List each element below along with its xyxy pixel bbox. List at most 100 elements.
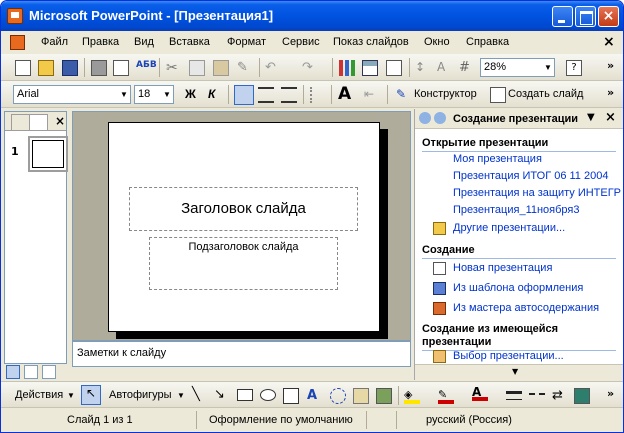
- chart-icon[interactable]: [339, 60, 355, 76]
- text-box-icon[interactable]: [283, 388, 299, 404]
- new-slide-button[interactable]: Создать слайд: [508, 88, 583, 100]
- select-arrow-icon[interactable]: ↖: [81, 385, 101, 405]
- chevron-down-icon[interactable]: ▼: [67, 391, 75, 400]
- slideshow-icon[interactable]: [42, 365, 56, 379]
- chevron-down-icon[interactable]: ▼: [587, 112, 595, 123]
- cut-icon[interactable]: ✂: [166, 60, 182, 76]
- recent-file-link[interactable]: Моя презентация: [453, 153, 542, 165]
- oval-icon[interactable]: [260, 389, 276, 401]
- arrow-icon[interactable]: ↘: [214, 387, 230, 403]
- menu-window[interactable]: Окно: [424, 36, 450, 48]
- align-left-button[interactable]: [234, 85, 254, 105]
- menu-file[interactable]: Файл: [41, 36, 68, 48]
- arrow-style-icon[interactable]: ⇄: [552, 388, 568, 404]
- bullets-icon[interactable]: [310, 87, 326, 103]
- undo-icon[interactable]: ↶: [265, 60, 281, 76]
- menu-insert[interactable]: Вставка: [169, 36, 210, 48]
- clipart-icon[interactable]: [353, 388, 369, 404]
- paste-icon[interactable]: [213, 60, 229, 76]
- menu-format[interactable]: Формат: [227, 36, 266, 48]
- bold-button[interactable]: Ж: [185, 87, 196, 101]
- menu-tools[interactable]: Сервис: [282, 36, 320, 48]
- toolbar-options-icon[interactable]: »: [607, 387, 614, 400]
- copy-icon[interactable]: [189, 60, 205, 76]
- chevron-down-icon[interactable]: ▼: [118, 86, 130, 103]
- wordart-icon[interactable]: A: [307, 388, 323, 404]
- choose-presentation-link[interactable]: Выбор презентации...: [453, 350, 564, 362]
- document-close-button[interactable]: ×: [603, 34, 615, 50]
- show-formatting-icon[interactable]: A: [437, 60, 453, 76]
- align-right-icon[interactable]: [281, 87, 297, 103]
- more-presentations-link[interactable]: Другие презентации...: [453, 222, 565, 234]
- decrease-indent-icon[interactable]: ⇤: [364, 87, 380, 103]
- scroll-down-icon[interactable]: ▼: [512, 367, 518, 376]
- rectangle-icon[interactable]: [237, 389, 253, 401]
- save-icon[interactable]: [62, 60, 78, 76]
- slide-sorter-icon[interactable]: [24, 365, 38, 379]
- open-icon[interactable]: [38, 60, 54, 76]
- fill-color-icon[interactable]: ◈: [404, 388, 420, 404]
- designer-button[interactable]: Конструктор: [414, 88, 477, 100]
- new-slide-icon[interactable]: [490, 87, 506, 103]
- slides-tab[interactable]: [29, 114, 48, 130]
- shadow-style-icon[interactable]: [574, 388, 590, 404]
- autocontent-wizard-link[interactable]: Из мастера автосодержания: [453, 302, 599, 314]
- chevron-down-icon[interactable]: ▼: [161, 86, 173, 103]
- line-icon[interactable]: ╲: [192, 387, 208, 403]
- menu-view[interactable]: Вид: [134, 36, 154, 48]
- task-pane-close-button[interactable]: ×: [605, 110, 616, 125]
- autoshapes-button[interactable]: Автофигуры: [109, 389, 172, 401]
- picture-icon[interactable]: [376, 388, 392, 404]
- close-icon[interactable]: ×: [55, 114, 65, 128]
- back-icon[interactable]: [419, 112, 431, 124]
- new-icon[interactable]: [15, 60, 31, 76]
- powerpoint-icon[interactable]: [7, 8, 23, 24]
- chevron-down-icon[interactable]: ▼: [177, 391, 185, 400]
- line-color-icon[interactable]: ✎: [438, 388, 454, 404]
- subtitle-placeholder[interactable]: Подзаголовок слайда: [149, 237, 338, 290]
- chevron-down-icon[interactable]: ▼: [542, 59, 554, 76]
- dash-style-icon[interactable]: [529, 393, 545, 402]
- forward-icon[interactable]: [434, 112, 446, 124]
- new-presentation-link[interactable]: Новая презентация: [453, 262, 552, 274]
- title-placeholder[interactable]: Заголовок слайда: [129, 187, 358, 231]
- line-style-icon[interactable]: [506, 391, 522, 400]
- grid-icon[interactable]: #: [459, 60, 475, 76]
- menu-edit[interactable]: Правка: [82, 36, 119, 48]
- toolbar-options-icon[interactable]: »: [607, 59, 614, 72]
- zoom-combo[interactable]: 28% ▼: [480, 58, 555, 77]
- table-icon[interactable]: [362, 60, 378, 76]
- increase-font-icon[interactable]: A: [338, 84, 354, 104]
- menu-slideshow[interactable]: Показ слайдов: [333, 36, 409, 48]
- designer-icon[interactable]: ✎: [396, 87, 412, 103]
- font-size-combo[interactable]: 18 ▼: [134, 85, 174, 104]
- format-painter-icon[interactable]: ✎: [237, 60, 253, 76]
- menu-help[interactable]: Справка: [466, 36, 509, 48]
- italic-button[interactable]: К: [208, 87, 215, 101]
- from-template-link[interactable]: Из шаблона оформления: [453, 282, 583, 294]
- close-button[interactable]: ×: [598, 6, 619, 27]
- notes-pane[interactable]: Заметки к слайду: [72, 341, 411, 367]
- recent-file-link[interactable]: Презентация ИТОГ 06 11 2004: [453, 170, 608, 182]
- minimize-button[interactable]: [552, 6, 573, 27]
- print-icon[interactable]: [91, 60, 107, 76]
- title-bar[interactable]: Microsoft PowerPoint - [Презентация1] ×: [1, 1, 623, 31]
- diagram-icon[interactable]: [330, 388, 346, 404]
- font-combo[interactable]: Arial ▼: [13, 85, 131, 104]
- insert-picture-icon[interactable]: [386, 60, 402, 76]
- outline-tab[interactable]: [11, 114, 30, 130]
- font-color-icon[interactable]: A: [472, 385, 488, 401]
- maximize-button[interactable]: [575, 6, 596, 27]
- align-center-icon[interactable]: [258, 87, 274, 103]
- expand-icon[interactable]: ↕: [415, 60, 431, 76]
- task-pane-scrollbar[interactable]: ▼: [415, 364, 623, 380]
- actions-button[interactable]: Действия: [15, 389, 63, 401]
- slide-thumbnail[interactable]: [28, 136, 68, 172]
- print-preview-icon[interactable]: [113, 60, 129, 76]
- help-icon[interactable]: ?: [566, 60, 582, 76]
- normal-view-icon[interactable]: [6, 365, 20, 379]
- spelling-icon[interactable]: АБВ: [136, 60, 157, 76]
- document-icon[interactable]: [10, 35, 25, 50]
- recent-file-link[interactable]: Презентация_11ноября3: [453, 204, 580, 216]
- recent-file-link[interactable]: Презентация на защиту ИНТЕГР: [453, 187, 621, 199]
